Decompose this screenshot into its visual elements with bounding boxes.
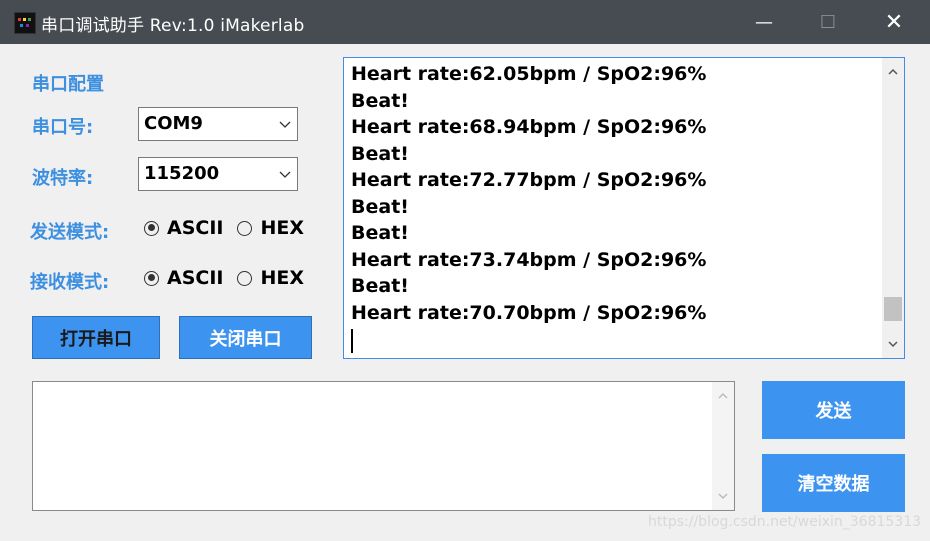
- clear-data-button[interactable]: 清空数据: [762, 454, 905, 512]
- close-icon: ✕: [884, 9, 904, 35]
- receive-line: Beat!: [351, 142, 409, 165]
- chevron-down-icon: [279, 121, 291, 128]
- recv-mode-hex-radio[interactable]: [237, 270, 253, 286]
- scroll-up-icon[interactable]: [717, 390, 729, 402]
- minimize-button[interactable]: —: [732, 0, 796, 44]
- receive-line: Heart rate:62.05bpm / SpO2:96%: [351, 63, 707, 85]
- text-caret: [351, 328, 353, 353]
- receive-scrollbar[interactable]: [882, 58, 904, 358]
- receive-line: Beat!: [351, 195, 409, 218]
- port-value: COM9: [144, 113, 203, 134]
- chevron-down-icon: [279, 171, 291, 178]
- baud-value: 115200: [144, 163, 220, 184]
- receive-line: Beat!: [351, 275, 409, 297]
- send-textarea[interactable]: [32, 381, 735, 511]
- send-scrollbar[interactable]: [712, 382, 734, 510]
- port-label: 串口号:: [32, 117, 94, 138]
- receive-line: Heart rate:68.94bpm / SpO2:96%: [351, 116, 707, 138]
- receive-textarea[interactable]: Heart rate:62.05bpm / SpO2:96% Beat! Hea…: [343, 57, 905, 359]
- recv-mode-label: 接收模式:: [30, 272, 110, 293]
- port-select[interactable]: COM9: [138, 107, 298, 141]
- window-title: 串口调试助手 Rev:1.0 iMakerlab: [41, 16, 305, 36]
- receive-scroll-thumb[interactable]: [884, 296, 902, 321]
- close-window-button[interactable]: ✕: [862, 0, 926, 44]
- scroll-down-icon[interactable]: [717, 490, 729, 502]
- scroll-up-icon[interactable]: [887, 66, 899, 78]
- send-mode-hex-label: HEX: [260, 217, 305, 239]
- minimize-icon: —: [755, 11, 773, 33]
- receive-lines: Heart rate:62.05bpm / SpO2:96% Beat! Hea…: [351, 61, 706, 353]
- title-bar: 串口调试助手 Rev:1.0 iMakerlab — ☐ ✕: [0, 0, 930, 44]
- receive-line: Beat!: [351, 89, 409, 112]
- send-mode-ascii-label: ASCII: [167, 217, 224, 239]
- send-mode-label: 发送模式:: [30, 222, 110, 243]
- send-mode-ascii-radio[interactable]: [144, 220, 159, 236]
- recv-mode-group: ASCII HEX: [144, 267, 304, 289]
- baud-label: 波特率:: [32, 168, 94, 189]
- recv-mode-hex-label: HEX: [260, 267, 305, 289]
- receive-line: Heart rate:72.77bpm / SpO2:96%: [351, 169, 707, 191]
- receive-line: Heart rate:70.70bpm / SpO2:96%: [351, 301, 707, 324]
- recv-mode-ascii-radio[interactable]: [144, 270, 159, 286]
- send-mode-group: ASCII HEX: [144, 217, 304, 239]
- config-section-title: 串口配置: [32, 74, 104, 95]
- recv-mode-ascii-label: ASCII: [167, 267, 224, 289]
- open-port-button[interactable]: 打开串口: [32, 316, 160, 359]
- receive-line: Beat!: [351, 222, 409, 244]
- baud-select[interactable]: 115200: [138, 157, 298, 191]
- maximize-button[interactable]: ☐: [796, 0, 860, 44]
- send-button[interactable]: 发送: [762, 381, 905, 439]
- scroll-down-icon[interactable]: [887, 338, 899, 350]
- app-icon: [14, 12, 36, 34]
- close-port-button[interactable]: 关闭串口: [179, 316, 312, 359]
- receive-line: Heart rate:73.74bpm / SpO2:96%: [351, 248, 707, 271]
- maximize-icon: ☐: [819, 11, 837, 33]
- send-mode-hex-radio[interactable]: [237, 220, 253, 236]
- watermark: https://blog.csdn.net/weixin_36815313: [648, 514, 922, 530]
